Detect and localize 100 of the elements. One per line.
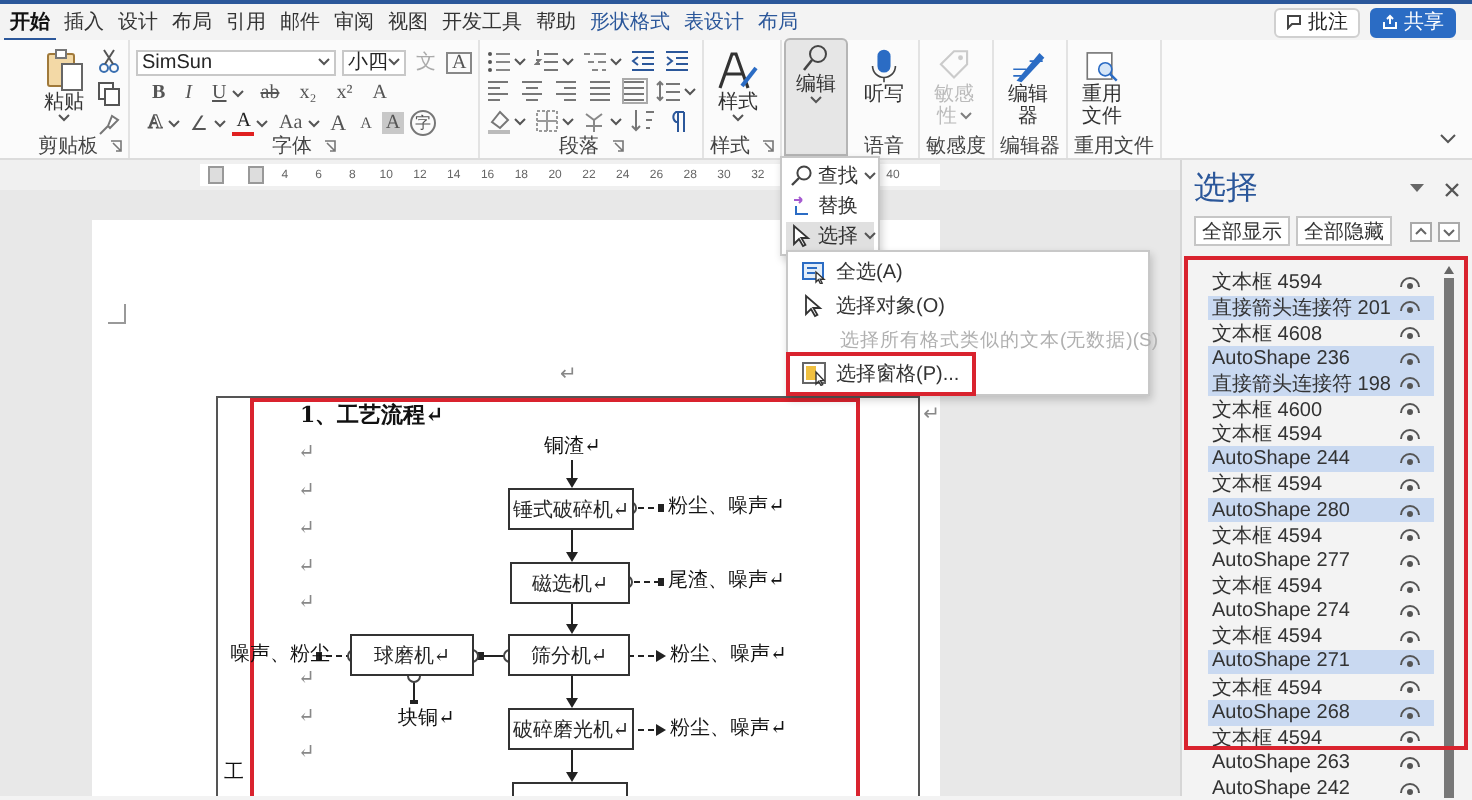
eye-icon[interactable] bbox=[1400, 528, 1420, 543]
pane-item[interactable]: 文本框 4594 bbox=[1208, 725, 1434, 751]
ribbon-tab[interactable]: 邮件 bbox=[274, 3, 326, 41]
paste-button[interactable]: 粘贴 bbox=[38, 44, 90, 132]
ribbon-tab[interactable]: 设计 bbox=[112, 3, 164, 41]
submenu-item[interactable]: 选择对象(O) bbox=[794, 292, 953, 320]
eye-icon[interactable] bbox=[1400, 376, 1420, 391]
subscript-button[interactable]: x₂ bbox=[295, 79, 321, 107]
cut-icon[interactable] bbox=[96, 48, 122, 74]
multilevel-list-icon[interactable] bbox=[582, 48, 609, 74]
line-spacing-icon[interactable] bbox=[656, 78, 683, 104]
bold-button[interactable]: B bbox=[148, 79, 170, 107]
scrollbar[interactable] bbox=[1442, 266, 1454, 800]
eye-icon[interactable] bbox=[1400, 452, 1420, 467]
hide-all-button[interactable]: 全部隐藏 bbox=[1296, 216, 1392, 246]
dictate-button[interactable]: 听写 bbox=[856, 44, 913, 132]
eye-icon[interactable] bbox=[1400, 579, 1420, 593]
pane-item[interactable]: 文本框 4594 bbox=[1208, 522, 1434, 549]
pane-item[interactable]: AutoShape 280 bbox=[1208, 497, 1434, 523]
move-down-icon[interactable] bbox=[1438, 221, 1460, 241]
decrease-indent-icon[interactable] bbox=[630, 48, 657, 74]
clear-formatting-button[interactable]: A bbox=[368, 79, 391, 107]
eye-icon[interactable] bbox=[1400, 326, 1420, 341]
character-shading-button[interactable]: A bbox=[381, 112, 405, 134]
dialog-launcher-icon[interactable] bbox=[324, 139, 337, 151]
eye-icon[interactable] bbox=[1400, 680, 1420, 695]
pane-item[interactable]: 文本框 4594 bbox=[1208, 623, 1434, 650]
ribbon-tab[interactable]: 审阅 bbox=[328, 3, 380, 41]
ribbon-tab[interactable]: 布局 bbox=[166, 3, 218, 41]
eye-icon[interactable] bbox=[1400, 654, 1420, 669]
pane-item[interactable]: 直接箭头连接符 201 bbox=[1208, 295, 1434, 321]
change-case-button[interactable]: Aa bbox=[274, 109, 307, 137]
eye-icon[interactable] bbox=[1400, 629, 1420, 644]
eye-icon[interactable] bbox=[1400, 477, 1420, 492]
pane-item[interactable]: AutoShape 274 bbox=[1208, 598, 1434, 624]
align-left-icon[interactable] bbox=[486, 78, 513, 104]
eye-icon[interactable] bbox=[1400, 604, 1420, 619]
bullet-list-icon[interactable] bbox=[486, 48, 513, 74]
font-size-field[interactable]: 小四 bbox=[342, 49, 406, 75]
eye-icon[interactable] bbox=[1400, 730, 1420, 745]
format-painter-icon[interactable] bbox=[96, 112, 122, 138]
pane-item[interactable]: AutoShape 263 bbox=[1208, 750, 1434, 776]
dialog-launcher-icon[interactable] bbox=[110, 139, 122, 151]
eye-icon[interactable] bbox=[1400, 503, 1420, 518]
ribbon-tab[interactable]: 引用 bbox=[220, 3, 272, 41]
ribbon-tab[interactable]: 视图 bbox=[382, 3, 434, 41]
character-border-button[interactable]: A bbox=[446, 51, 473, 73]
justify-icon[interactable] bbox=[588, 78, 615, 104]
borders-icon[interactable] bbox=[534, 108, 561, 134]
eye-icon[interactable] bbox=[1400, 402, 1420, 417]
pane-item[interactable]: 文本框 4594 bbox=[1208, 421, 1434, 447]
reuse-files-button[interactable]: 重用文件 bbox=[1074, 44, 1131, 132]
pane-item[interactable]: 文本框 4608 bbox=[1208, 320, 1434, 346]
pane-item[interactable]: AutoShape 236 bbox=[1208, 345, 1434, 372]
move-up-icon[interactable] bbox=[1410, 221, 1432, 241]
grow-font-button[interactable]: A bbox=[326, 109, 351, 137]
pane-item[interactable]: 直接箭头连接符 198 bbox=[1208, 371, 1434, 397]
align-center-icon[interactable] bbox=[520, 78, 547, 104]
styles-button[interactable]: 样式 bbox=[710, 44, 767, 132]
eye-icon[interactable] bbox=[1400, 427, 1420, 442]
pane-item[interactable]: 文本框 4600 bbox=[1208, 396, 1434, 422]
distributed-icon[interactable] bbox=[622, 78, 649, 104]
font-color-button[interactable]: A bbox=[232, 111, 255, 135]
superscript-button[interactable]: x² bbox=[332, 79, 357, 107]
submenu-item[interactable]: 全选(A) bbox=[794, 258, 911, 286]
underline-button[interactable]: U bbox=[208, 79, 231, 107]
collapse-ribbon-icon[interactable] bbox=[1440, 134, 1456, 144]
italic-button[interactable]: I bbox=[181, 79, 197, 107]
numbered-list-icon[interactable] bbox=[534, 48, 561, 74]
pane-item[interactable]: 文本框 4594 bbox=[1208, 472, 1434, 498]
eye-icon[interactable] bbox=[1400, 300, 1420, 315]
eye-icon[interactable] bbox=[1400, 705, 1420, 720]
dialog-launcher-icon[interactable] bbox=[762, 139, 775, 151]
eye-icon[interactable] bbox=[1400, 755, 1420, 770]
ribbon-tab[interactable]: 表设计 bbox=[678, 3, 750, 41]
text-effects-button[interactable]: A bbox=[144, 109, 167, 137]
ribbon-tab[interactable]: 形状格式 bbox=[584, 3, 676, 41]
editor-button[interactable]: 编辑器 bbox=[1000, 44, 1057, 132]
highlight-button[interactable]: ∠ bbox=[186, 109, 213, 137]
show-all-button[interactable]: 全部显示 bbox=[1194, 216, 1290, 246]
share-button[interactable]: 共享 bbox=[1370, 7, 1456, 37]
comments-button[interactable]: 批注 bbox=[1274, 7, 1360, 37]
select-menu-item[interactable]: 选择 bbox=[786, 222, 874, 250]
ribbon-tab[interactable]: 开发工具 bbox=[436, 3, 528, 41]
eye-icon[interactable] bbox=[1400, 351, 1420, 366]
pane-item[interactable]: 文本框 4594 bbox=[1208, 270, 1434, 296]
font-name-field[interactable]: SimSun bbox=[136, 49, 336, 75]
pane-item[interactable]: 文本框 4594 bbox=[1208, 573, 1434, 599]
find-menu-item[interactable]: 查找 bbox=[786, 162, 874, 190]
caret-icon[interactable] bbox=[1410, 184, 1424, 194]
sort-icon[interactable] bbox=[630, 108, 657, 134]
dialog-launcher-icon[interactable] bbox=[611, 139, 624, 151]
enclose-characters-button[interactable]: 字 bbox=[410, 110, 437, 136]
eye-icon[interactable] bbox=[1400, 781, 1420, 796]
pane-item[interactable]: 文本框 4594 bbox=[1208, 674, 1434, 700]
replace-menu-item[interactable]: 替换 bbox=[786, 192, 874, 220]
shading-icon[interactable] bbox=[486, 108, 513, 134]
ribbon-tab[interactable]: 插入 bbox=[58, 3, 110, 41]
pane-item[interactable]: AutoShape 244 bbox=[1208, 446, 1434, 473]
ribbon-tab[interactable]: 帮助 bbox=[530, 3, 582, 41]
